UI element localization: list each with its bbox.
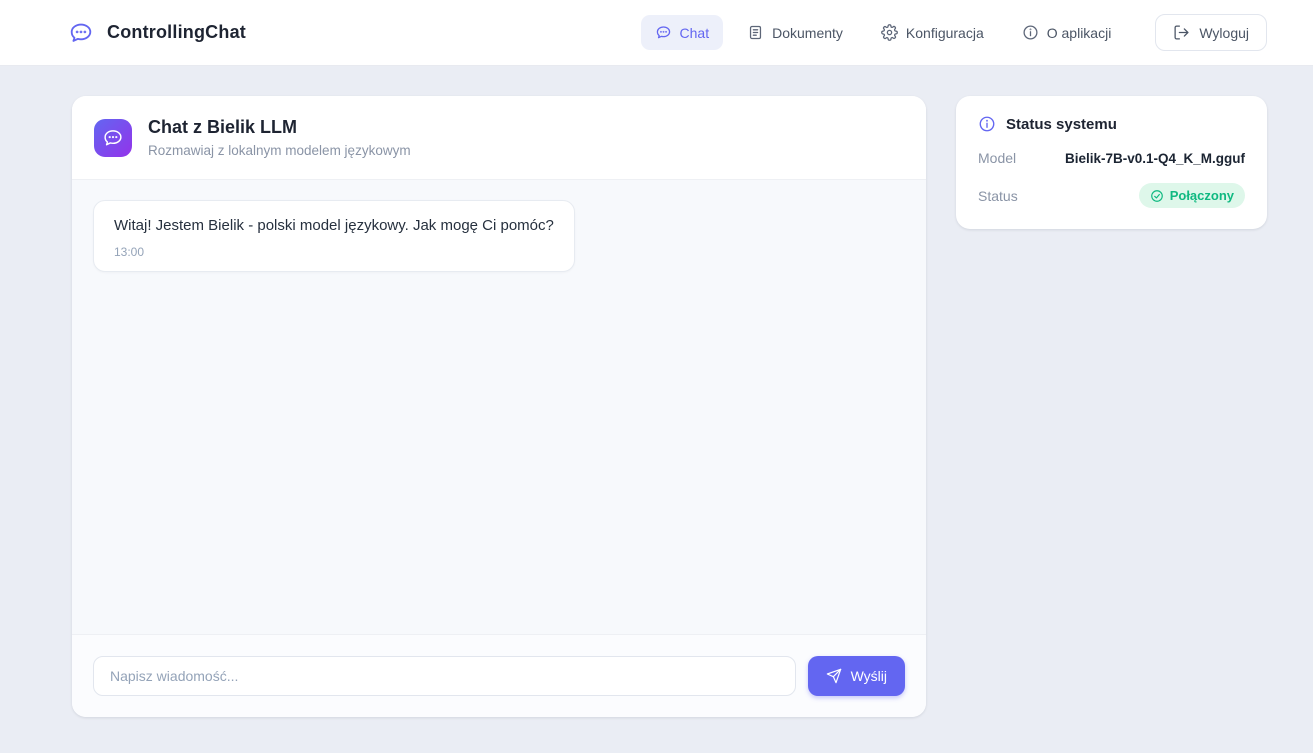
nav-menu: Chat Dokumenty <box>641 14 1267 51</box>
top-navbar: ControllingChat Chat <box>0 0 1313 66</box>
message-list[interactable]: Witaj! Jestem Bielik - polski model języ… <box>72 180 926 634</box>
gear-icon <box>881 24 898 41</box>
nav-item-konfiguracja[interactable]: Konfiguracja <box>867 15 998 50</box>
status-row: Status Połączony <box>978 183 1245 208</box>
chat-bubble-icon <box>94 119 132 157</box>
connection-status-badge: Połączony <box>1139 183 1245 208</box>
nav-item-o-aplikacji[interactable]: O aplikacji <box>1008 15 1126 50</box>
info-icon <box>1022 24 1039 41</box>
message-timestamp: 13:00 <box>114 245 554 259</box>
info-icon <box>978 115 996 133</box>
model-label: Model <box>978 150 1016 166</box>
model-row: Model Bielik-7B-v0.1-Q4_K_M.gguf <box>978 150 1245 166</box>
chat-title: Chat z Bielik LLM <box>148 117 411 138</box>
send-label: Wyślij <box>851 668 887 684</box>
chat-bubble-icon <box>68 20 94 46</box>
assistant-message-bubble: Witaj! Jestem Bielik - polski model języ… <box>93 200 575 272</box>
logout-icon <box>1173 24 1190 41</box>
nav-item-chat[interactable]: Chat <box>641 15 724 50</box>
nav-item-dokumenty[interactable]: Dokumenty <box>733 15 857 50</box>
brand-name: ControllingChat <box>107 22 246 43</box>
system-status-panel: Status systemu Model Bielik-7B-v0.1-Q4_K… <box>956 96 1267 229</box>
model-value: Bielik-7B-v0.1-Q4_K_M.gguf <box>1065 151 1245 166</box>
check-circle-icon <box>1150 189 1164 203</box>
status-panel-title: Status systemu <box>1006 116 1117 133</box>
chat-panel: Chat z Bielik LLM Rozmawiaj z lokalnym m… <box>72 96 926 717</box>
nav-item-label: Konfiguracja <box>906 25 984 41</box>
status-badge-label: Połączony <box>1170 188 1234 203</box>
logout-button[interactable]: Wyloguj <box>1155 14 1267 51</box>
status-title-row: Status systemu <box>978 115 1245 133</box>
paper-plane-icon <box>826 668 842 684</box>
chat-subtitle: Rozmawiaj z lokalnym modelem językowym <box>148 143 411 158</box>
chat-header: Chat z Bielik LLM Rozmawiaj z lokalnym m… <box>72 96 926 180</box>
message-text: Witaj! Jestem Bielik - polski model języ… <box>114 216 554 236</box>
status-label: Status <box>978 188 1018 204</box>
message-input[interactable] <box>93 656 796 696</box>
brand[interactable]: ControllingChat <box>68 20 246 46</box>
nav-item-label: Dokumenty <box>772 25 843 41</box>
chat-bubble-icon <box>655 24 672 41</box>
send-button[interactable]: Wyślij <box>808 656 905 696</box>
nav-item-label: Chat <box>680 25 710 41</box>
logout-label: Wyloguj <box>1199 25 1249 41</box>
nav-item-label: O aplikacji <box>1047 25 1112 41</box>
message-composer: Wyślij <box>72 634 926 717</box>
main-content: Chat z Bielik LLM Rozmawiaj z lokalnym m… <box>0 66 1313 717</box>
document-icon <box>747 24 764 41</box>
